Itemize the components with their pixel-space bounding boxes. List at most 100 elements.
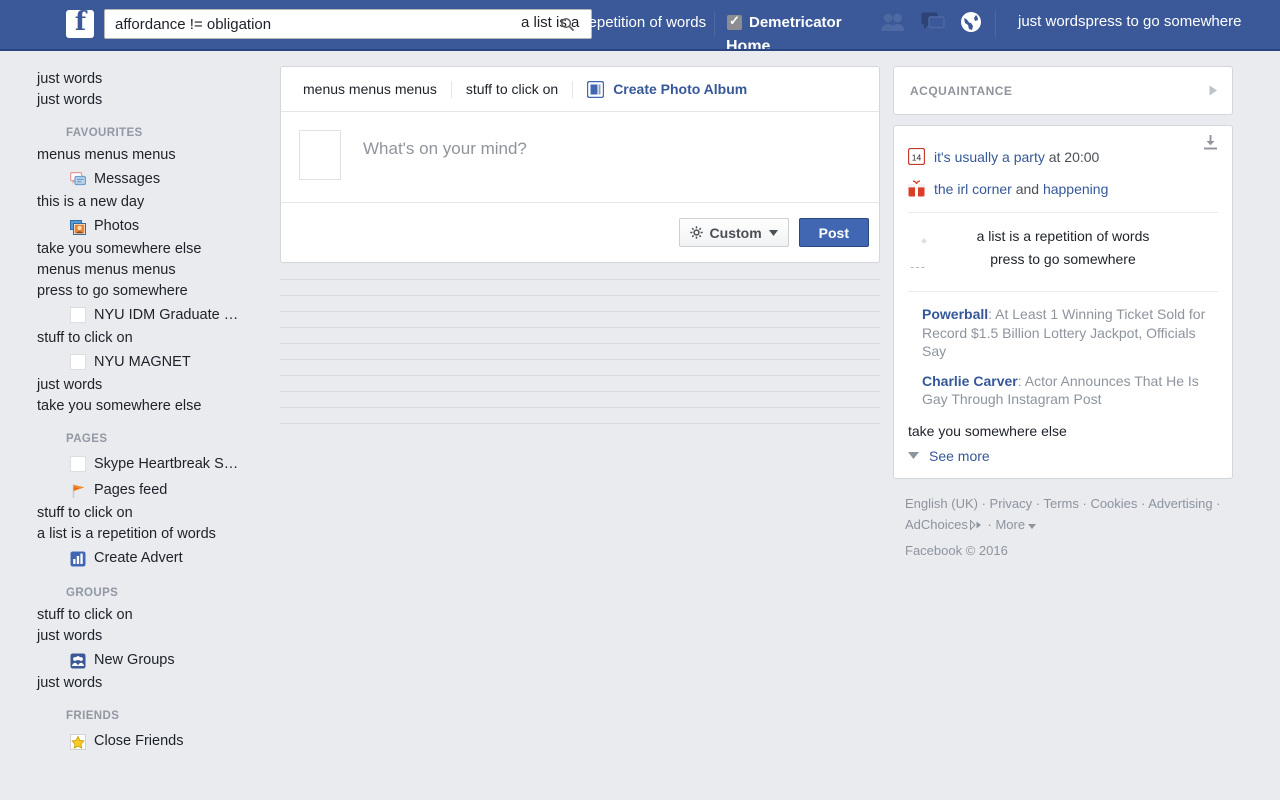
- feed-placeholder-lines: [280, 279, 880, 424]
- sidebar-item-label: just words: [37, 71, 103, 87]
- home-link[interactable]: Home: [726, 38, 770, 49]
- sidebar-text-row[interactable]: take you somewhere else: [0, 396, 280, 417]
- demetricator-checkbox[interactable]: [727, 13, 742, 30]
- sidebar-item-favourites-9[interactable]: NYU MAGNET: [0, 349, 280, 375]
- sidebar-text-row[interactable]: a list is a repetition of words: [0, 524, 280, 545]
- footer-link-english-uk[interactable]: English (UK): [905, 496, 978, 511]
- sidebar-item-label: stuff to click on: [37, 330, 133, 346]
- search-field-wrapper[interactable]: [104, 9, 592, 39]
- sidebar-text-row[interactable]: just words: [0, 626, 280, 647]
- composer-tab-1[interactable]: menus menus menus: [303, 81, 451, 97]
- sidebar-item-label: menus menus menus: [37, 262, 176, 278]
- footer-link-cookies[interactable]: Cookies: [1090, 496, 1137, 511]
- footer-link-more[interactable]: More: [995, 517, 1025, 532]
- ticker-center-line-2: press to go somewhere: [990, 251, 1136, 267]
- headline-suffix: repetition of words: [583, 14, 707, 31]
- sidebar-item-friends-0[interactable]: Close Friends: [0, 728, 280, 754]
- download-icon[interactable]: [1203, 135, 1218, 150]
- footer-link-adchoices[interactable]: AdChoices: [905, 517, 968, 532]
- gift-icon: [908, 180, 925, 197]
- sidebar-item-label: a list is a repetition of words: [37, 526, 216, 542]
- ticker-gift-mid: and: [1015, 181, 1040, 197]
- audience-label: Custom: [709, 224, 762, 241]
- ticker-event-row[interactable]: 14 it's usually a party at 20:00: [908, 148, 1218, 166]
- sidebar-text-row[interactable]: just words: [0, 673, 280, 694]
- sidebar-item-groups-2[interactable]: New Groups: [0, 647, 280, 673]
- ticker-gift-link[interactable]: the irl corner: [934, 181, 1012, 197]
- footer-copyright: Facebook © 2016: [905, 542, 1008, 558]
- sidebar-text-row[interactable]: menus menus menus: [0, 145, 280, 166]
- sidebar-text-row[interactable]: just words: [0, 375, 280, 396]
- sidebar-text-row[interactable]: take you somewhere else: [0, 239, 280, 260]
- ticker-event-link[interactable]: it's usually a party: [934, 149, 1045, 165]
- composer-body[interactable]: What's on your mind?: [281, 112, 879, 202]
- sidebar-item-label: press to go somewhere: [37, 283, 188, 299]
- sidebar-text-row[interactable]: press to go somewhere: [0, 281, 280, 302]
- sidebar-text-row[interactable]: menus menus menus: [0, 260, 280, 281]
- facebook-logo[interactable]: f: [66, 8, 94, 38]
- messages-icon: [70, 171, 86, 187]
- sidebar-text-row[interactable]: stuff to click on: [0, 503, 280, 524]
- sidebar-item-pages-4[interactable]: Create Advert: [0, 545, 280, 571]
- sidebar-item-favourites-7[interactable]: NYU IDM Graduate …: [0, 302, 280, 328]
- acquaintance-card[interactable]: ACQUAINTANCE: [893, 66, 1233, 115]
- composer-tab-divider-2: [572, 80, 574, 98]
- footer-link-advertising[interactable]: Advertising: [1148, 496, 1212, 511]
- right-sidebar: ACQUAINTANCE 14 it's usually a party at …: [893, 66, 1233, 558]
- sidebar-section-heading-friends: FRIENDS: [66, 710, 120, 722]
- sidebar-item-label: NYU IDM Graduate …: [94, 307, 239, 323]
- sidebar-text-row[interactable]: stuff to click on: [0, 328, 280, 349]
- sidebar-item-favourites-3[interactable]: Photos: [0, 213, 280, 239]
- sidebar-text-row[interactable]: just words: [0, 90, 280, 111]
- footer-link-privacy[interactable]: Privacy: [990, 496, 1033, 511]
- chevron-down-icon: [768, 229, 778, 236]
- news-item[interactable]: Powerball: At Least 1 Winning Ticket Sol…: [908, 305, 1218, 361]
- post-button[interactable]: Post: [798, 218, 869, 247]
- sidebar-item-favourites-1[interactable]: Messages: [0, 166, 280, 192]
- news-item-source: Charlie Carver: [922, 372, 1018, 389]
- globe-icon[interactable]: [960, 11, 982, 33]
- composer-tab-2[interactable]: stuff to click on: [466, 81, 572, 97]
- sidebar-item-label: Skype Heartbreak S…: [94, 456, 239, 472]
- chevron-right-icon[interactable]: [1209, 85, 1218, 96]
- ticker-footer-text: take you somewhere else: [908, 422, 1067, 439]
- news-item-source: Powerball: [922, 306, 989, 322]
- sidebar-section-heading-favourites: FAVOURITES: [66, 127, 143, 139]
- ticker-gift-link-2[interactable]: happening: [1043, 181, 1108, 197]
- groups-icon: [70, 652, 86, 669]
- news-item[interactable]: Charlie Carver: Actor Announces That He …: [908, 372, 1218, 409]
- ticker-center-line-1: a list is a repetition of words: [976, 228, 1150, 244]
- create-photo-album-button[interactable]: Create Photo Album: [587, 80, 747, 98]
- blank-icon: [70, 354, 86, 370]
- sidebar-text-row[interactable]: just words: [0, 69, 280, 90]
- sidebar-item-label: just words: [37, 675, 103, 691]
- demetricator-label: Demetricator: [749, 14, 842, 31]
- ticker-middle-block: a list is a repetition of words press to…: [908, 212, 1218, 274]
- feed-divider-line: [280, 359, 880, 360]
- sidebar-item-label: take you somewhere else: [37, 241, 202, 257]
- sidebar-item-label: Close Friends: [94, 733, 184, 749]
- feed-divider-line: [280, 343, 880, 344]
- avatar: [299, 130, 341, 180]
- audience-selector-button[interactable]: Custom: [678, 218, 789, 247]
- photos-icon: [70, 218, 86, 235]
- header-right-text[interactable]: just wordspress to go somewhere: [1018, 13, 1241, 30]
- ticker-gift-row[interactable]: the irl corner and happening: [908, 180, 1218, 198]
- footer-link-terms[interactable]: Terms: [1043, 496, 1078, 511]
- friends-icon[interactable]: [880, 12, 906, 32]
- feed-divider-line: [280, 423, 880, 424]
- composer-placeholder[interactable]: What's on your mind?: [363, 139, 527, 159]
- sidebar-item-pages-0[interactable]: Skype Heartbreak S…: [0, 451, 280, 477]
- see-more-button[interactable]: See more: [908, 448, 1218, 464]
- sidebar-text-row[interactable]: stuff to click on: [0, 605, 280, 626]
- demetricator-toggle[interactable]: Demetricator: [727, 13, 842, 31]
- sidebar-item-label: just words: [37, 628, 103, 644]
- sidebar-item-pages-1[interactable]: Pages feed: [0, 477, 280, 503]
- left-sidebar: just words just words FAVOURITES menus menu…: [0, 51, 280, 800]
- sidebar-item-label: just words: [37, 377, 103, 393]
- more-caret-icon: [1028, 523, 1037, 529]
- search-input[interactable]: [115, 10, 515, 38]
- messages-icon[interactable]: [921, 12, 945, 32]
- sidebar-text-row[interactable]: this is a new day: [0, 192, 280, 213]
- sidebar-item-label: just words: [37, 92, 103, 108]
